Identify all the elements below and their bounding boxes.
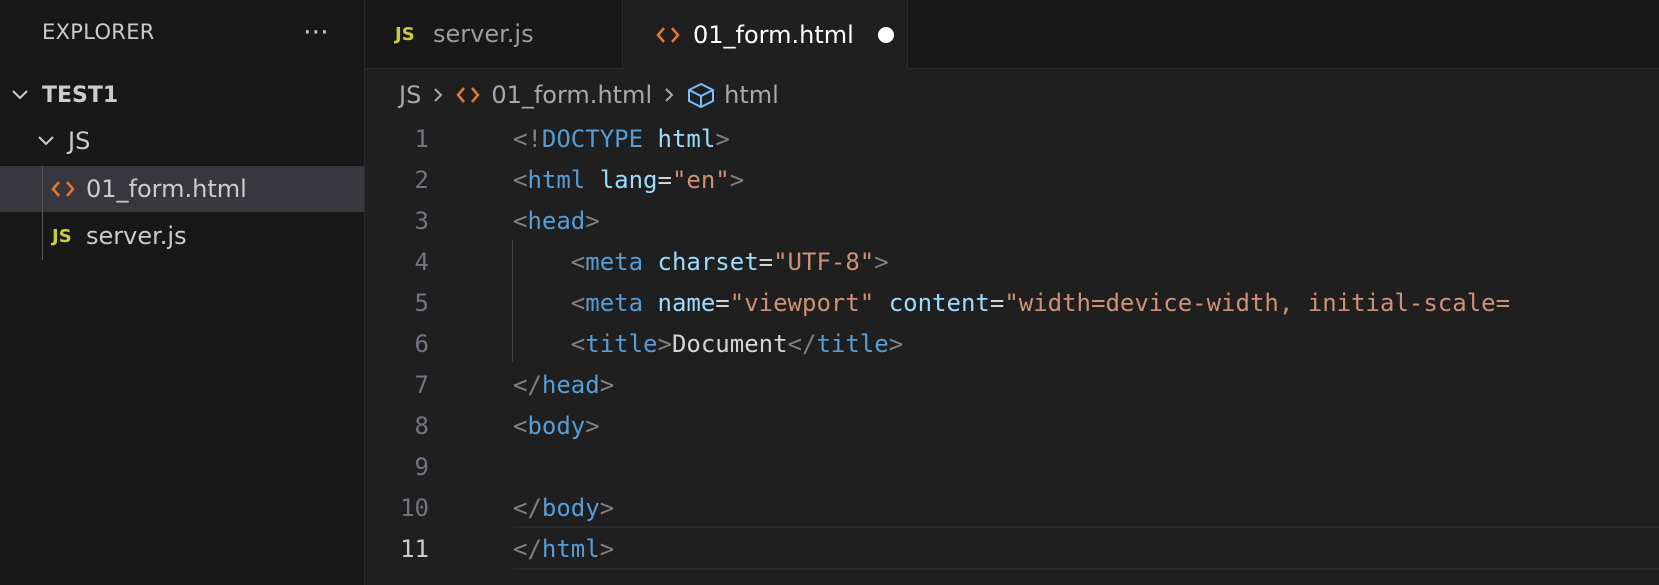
line-number: 10 [400, 493, 429, 522]
code-line: 4 <meta charset="UTF-8"> [365, 241, 1659, 282]
explorer-sidebar: EXPLORER ⋯ TEST1 JS 01_form.html JS serv… [0, 0, 365, 585]
line-number: 9 [414, 452, 429, 481]
js-file-icon: JS [395, 23, 415, 45]
line-number: 2 [414, 165, 429, 194]
code-line: 10 </body> [365, 487, 1659, 528]
code-text: </head> [513, 370, 615, 399]
code-line: 2 <html lang="en"> [365, 159, 1659, 200]
code-line-current: 11 </html> [365, 528, 1659, 569]
tree-folder-js[interactable]: JS [0, 118, 364, 164]
tree-file-01-form-html[interactable]: 01_form.html [0, 166, 364, 212]
tree-file-label: 01_form.html [86, 175, 247, 203]
chevron-right-icon [434, 88, 443, 102]
code-text: <title>Document</title> [513, 329, 904, 358]
cube-symbol-icon [688, 83, 715, 108]
html-file-icon [656, 26, 680, 43]
html-file-icon [456, 87, 480, 103]
code-line: 9 [365, 446, 1659, 487]
tree-indent-guide [42, 166, 43, 260]
js-file-icon: JS [52, 225, 72, 247]
ellipsis-icon[interactable]: ⋯ [300, 12, 332, 52]
chevron-down-icon [38, 136, 54, 146]
code-line: 7 </head> [365, 364, 1659, 405]
tree-file-label: server.js [86, 222, 187, 250]
breadcrumb-symbol[interactable]: html [724, 81, 779, 109]
line-number: 1 [414, 124, 429, 153]
tree-folder-label: JS [68, 127, 91, 155]
breadcrumb: JS 01_form.html html [365, 72, 1659, 118]
tab-01-form-html[interactable]: 01_form.html [623, 0, 908, 69]
explorer-title: EXPLORER [42, 20, 155, 44]
code-text: </body> [513, 493, 615, 522]
code-line: 1 <!DOCTYPE html> [365, 118, 1659, 159]
tab-bar: JS server.js 01_form.html [365, 0, 1659, 69]
code-text: <body> [513, 411, 600, 440]
line-number: 5 [414, 288, 429, 317]
line-number: 7 [414, 370, 429, 399]
code-text: <head> [513, 206, 600, 235]
code-text: </html> [513, 534, 615, 563]
tab-label: 01_form.html [693, 20, 854, 49]
code-line: 8 <body> [365, 405, 1659, 446]
line-number: 4 [414, 247, 429, 276]
line-number: 3 [414, 206, 429, 235]
tree-root-label: TEST1 [42, 82, 119, 108]
code-line: 5 <meta name="viewport" content="width=d… [365, 282, 1659, 323]
chevron-right-icon [665, 88, 674, 102]
tab-server-js[interactable]: JS server.js [365, 0, 623, 68]
code-text: <html lang="en"> [513, 165, 745, 194]
html-file-icon [51, 181, 75, 197]
code-line: 3 <head> [365, 200, 1659, 241]
line-number: 6 [414, 329, 429, 358]
code-text: <!DOCTYPE html> [513, 124, 730, 153]
breadcrumb-folder[interactable]: JS [399, 81, 421, 109]
tree-file-server-js[interactable]: JS server.js [0, 213, 364, 259]
tab-label: server.js [433, 20, 534, 48]
code-line: 6 <title>Document</title> [365, 323, 1659, 364]
chevron-down-icon [12, 90, 28, 100]
unsaved-dot-icon[interactable] [877, 26, 894, 43]
code-text: <meta charset="UTF-8"> [513, 247, 889, 276]
code-editor[interactable]: 1 <!DOCTYPE html> 2 <html lang="en"> 3 <… [365, 118, 1659, 585]
code-text: <meta name="viewport" content="width=dev… [513, 288, 1511, 317]
line-number: 11 [400, 534, 429, 563]
line-number: 8 [414, 411, 429, 440]
breadcrumb-file[interactable]: 01_form.html [491, 81, 652, 109]
tree-root-test1[interactable]: TEST1 [0, 72, 364, 118]
